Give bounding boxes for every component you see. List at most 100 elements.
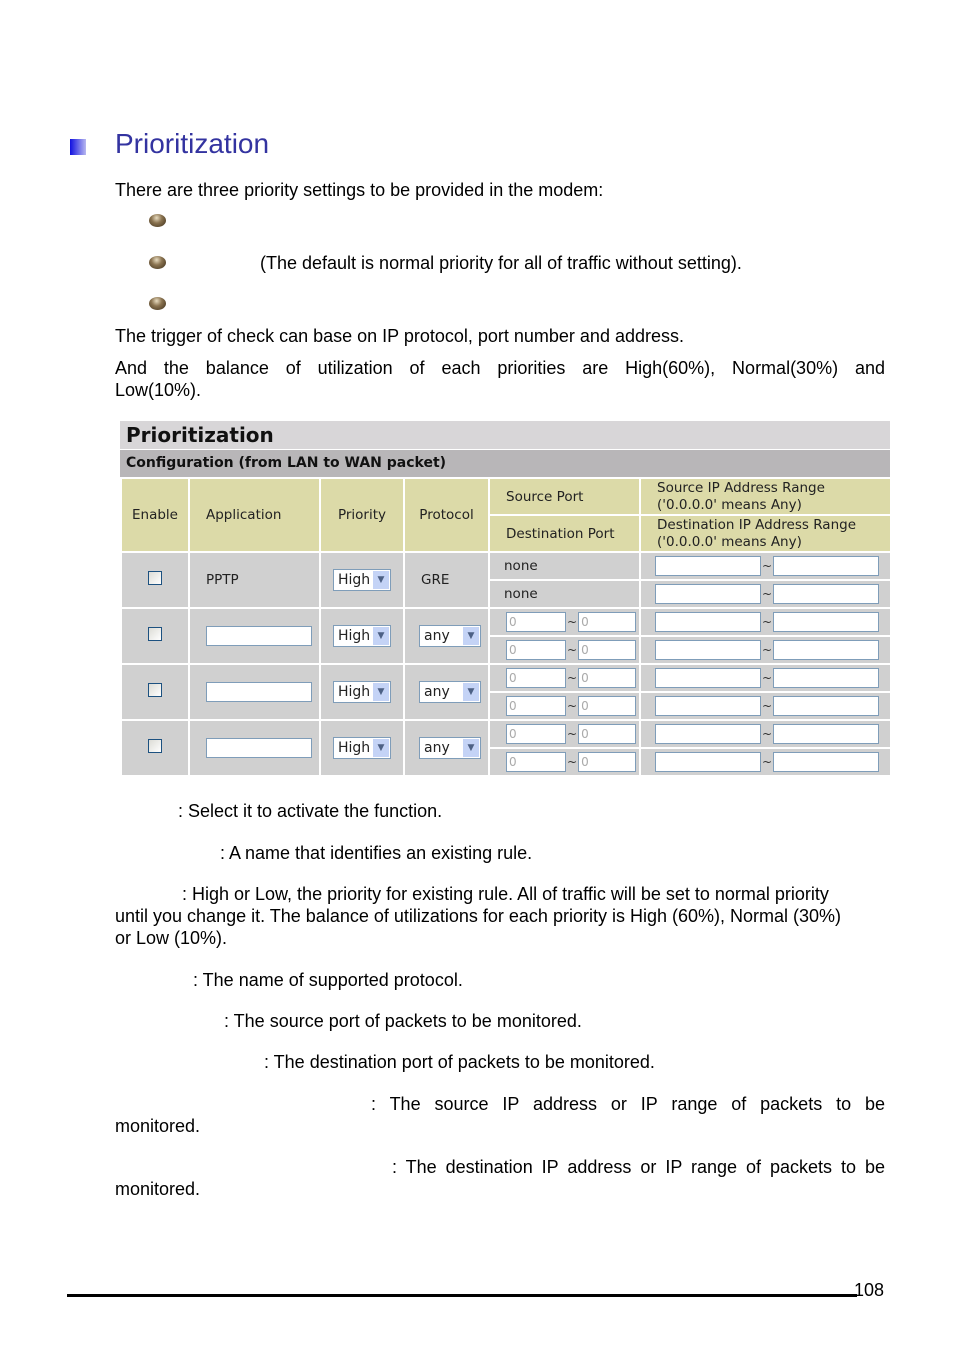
source-port-value: none xyxy=(490,553,639,581)
intro-text: There are three priority settings to be … xyxy=(115,180,604,200)
header-enable: Enable xyxy=(120,477,190,553)
port-start-input[interactable]: 0 xyxy=(506,640,566,660)
desc-source-ip: : The source IP address or IP range of p… xyxy=(371,1094,885,1114)
section-bullet-icon xyxy=(70,139,86,155)
desc-application: : A name that identifies an existing rul… xyxy=(220,843,533,863)
enable-checkbox[interactable] xyxy=(148,683,162,697)
ip-start-input[interactable] xyxy=(655,696,761,716)
priority-select[interactable]: High ▼ xyxy=(333,625,391,647)
enable-checkbox[interactable] xyxy=(148,571,162,585)
prioritization-panel: Prioritization Configuration (from LAN t… xyxy=(120,421,892,777)
panel-subtitle: Configuration (from LAN to WAN packet) xyxy=(120,450,890,477)
tilde: ~ xyxy=(567,615,578,629)
source-ip-end-input[interactable] xyxy=(773,556,880,576)
port-start-input[interactable]: 0 xyxy=(506,724,566,744)
chevron-down-icon: ▼ xyxy=(463,627,479,645)
port-start-input[interactable]: 0 xyxy=(506,752,566,772)
header-source-ip-note: ('0.0.0.0' means Any) xyxy=(657,496,802,513)
table-row: High ▼ any ▼ 0 ~0 0 ~0 ~ ~ xyxy=(120,663,892,721)
priority-select[interactable]: High ▼ xyxy=(333,737,391,759)
port-end-input[interactable]: 0 xyxy=(578,668,637,688)
tilde: ~ xyxy=(762,727,773,741)
chevron-down-icon: ▼ xyxy=(373,739,389,757)
priority-value: High xyxy=(338,572,371,588)
dest-ip-end-input[interactable] xyxy=(773,584,880,604)
header-dest-ip: Destination IP Address Range xyxy=(657,516,857,533)
bullet-ball-icon xyxy=(149,256,166,269)
ip-start-input[interactable] xyxy=(655,724,761,744)
table-row: High ▼ any ▼ 0 ~0 0 ~0 ~ ~ xyxy=(120,607,892,665)
bullet-ball-icon xyxy=(149,297,166,310)
page-number: 108 xyxy=(854,1280,885,1300)
port-start-input[interactable]: 0 xyxy=(506,696,566,716)
ip-start-input[interactable] xyxy=(655,668,761,688)
port-start-input[interactable]: 0 xyxy=(506,668,566,688)
ip-end-input[interactable] xyxy=(773,752,880,772)
tilde: ~ xyxy=(762,671,773,685)
application-input[interactable] xyxy=(206,626,312,646)
ip-start-input[interactable] xyxy=(655,640,761,660)
header-source-port: Source Port xyxy=(488,477,641,516)
protocol-select[interactable]: any ▼ xyxy=(419,681,481,703)
desc-dest-ip: : The destination IP address or IP range… xyxy=(392,1157,885,1177)
header-protocol: Protocol xyxy=(403,477,490,553)
desc-source-ip: monitored. xyxy=(115,1116,201,1136)
port-end-input[interactable]: 0 xyxy=(578,696,637,716)
chevron-down-icon: ▼ xyxy=(373,571,389,589)
ip-start-input[interactable] xyxy=(655,752,761,772)
desc-priority: : High or Low, the priority for existing… xyxy=(182,884,829,904)
table-row: PPTP High ▼ GRE none none ~ ~ xyxy=(120,551,892,609)
paragraph: Low(10%). xyxy=(115,380,202,400)
priority-select[interactable]: High ▼ xyxy=(333,681,391,703)
tilde: ~ xyxy=(567,727,578,741)
protocol-value: any xyxy=(424,684,450,700)
header-destination-port: Destination Port xyxy=(488,514,641,553)
ip-end-input[interactable] xyxy=(773,696,880,716)
protocol-value: GRE xyxy=(403,551,490,609)
section-title: Prioritization xyxy=(115,128,270,159)
application-input[interactable] xyxy=(206,682,312,702)
tilde: ~ xyxy=(762,755,773,769)
dest-ip-start-input[interactable] xyxy=(655,584,761,604)
tilde: ~ xyxy=(567,671,578,685)
enable-checkbox[interactable] xyxy=(148,627,162,641)
paragraph: The trigger of check can base on IP prot… xyxy=(115,326,684,346)
chevron-down-icon: ▼ xyxy=(463,683,479,701)
protocol-select[interactable]: any ▼ xyxy=(419,625,481,647)
port-end-input[interactable]: 0 xyxy=(578,752,637,772)
priority-value: High xyxy=(338,628,371,644)
application-input[interactable] xyxy=(206,738,312,758)
port-end-input[interactable]: 0 xyxy=(578,724,637,744)
panel-title: Prioritization xyxy=(120,421,890,450)
enable-checkbox[interactable] xyxy=(148,739,162,753)
tilde: ~ xyxy=(567,699,578,713)
ip-end-input[interactable] xyxy=(773,724,880,744)
port-start-input[interactable]: 0 xyxy=(506,612,566,632)
chevron-down-icon: ▼ xyxy=(463,739,479,757)
tilde: ~ xyxy=(762,615,773,629)
desc-dest-port: : The destination port of packets to be … xyxy=(264,1052,655,1072)
source-ip-start-input[interactable] xyxy=(655,556,761,576)
paragraph: And the balance of utilization of each p… xyxy=(115,358,885,378)
port-end-input[interactable]: 0 xyxy=(578,612,637,632)
desc-source-port: : The source port of packets to be monit… xyxy=(224,1011,582,1031)
priority-value: High xyxy=(338,684,371,700)
header-dest-ip-note: ('0.0.0.0' means Any) xyxy=(657,533,802,550)
ip-end-input[interactable] xyxy=(773,640,880,660)
ip-start-input[interactable] xyxy=(655,612,761,632)
priority-select[interactable]: High ▼ xyxy=(333,569,391,591)
ip-end-input[interactable] xyxy=(773,612,880,632)
ip-end-input[interactable] xyxy=(773,668,880,688)
header-source-ip: Source IP Address Range xyxy=(657,479,825,496)
protocol-select[interactable]: any ▼ xyxy=(419,737,481,759)
header-priority: Priority xyxy=(319,477,405,553)
priority-value: High xyxy=(338,740,371,756)
port-end-input[interactable]: 0 xyxy=(578,640,637,660)
tilde: ~ xyxy=(762,699,773,713)
tilde: ~ xyxy=(567,755,578,769)
chevron-down-icon: ▼ xyxy=(373,627,389,645)
tilde: ~ xyxy=(762,643,773,657)
desc-protocol: : The name of supported protocol. xyxy=(193,970,463,990)
rules-table: Enable Application Priority Protocol Sou… xyxy=(120,477,892,777)
protocol-value: any xyxy=(424,628,450,644)
